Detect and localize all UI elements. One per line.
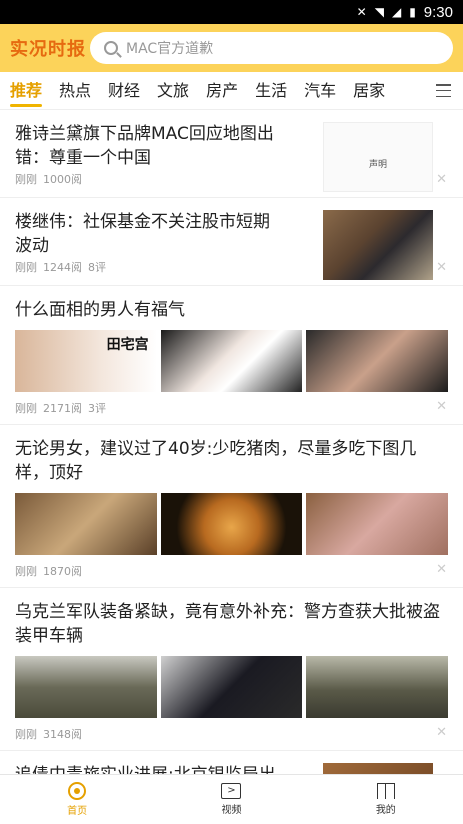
news-time: 刚刚	[15, 565, 37, 578]
news-item[interactable]: 无论男女，建议过了40岁:少吃猪肉，尽量多吃下图几样，顶好 刚刚 1870阅 ✕	[0, 425, 463, 588]
news-meta: 刚刚 1000阅	[15, 171, 82, 187]
news-views: 3148阅	[43, 728, 82, 741]
news-image	[160, 330, 303, 392]
profile-icon	[376, 783, 395, 799]
mute-icon: ✕	[356, 5, 367, 19]
dismiss-icon[interactable]: ✕	[436, 562, 447, 577]
news-thumbnail	[323, 210, 433, 280]
menu-icon[interactable]	[436, 84, 451, 97]
nav-home[interactable]: 首页	[0, 775, 154, 824]
news-item[interactable]: 雅诗兰黛旗下品牌MAC回应地图出错：尊重一个中国 声明 刚刚 1000阅 ✕	[0, 110, 463, 198]
wifi-icon: ◥	[374, 5, 384, 19]
news-views: 2171阅	[43, 402, 82, 415]
category-tabs: 推荐 热点 财经 文旅 房产 生活 汽车 居家	[0, 72, 463, 110]
app-logo: 实况时报	[10, 39, 86, 60]
news-title: 追债中青旅实业进展:北京银监局出面	[15, 763, 285, 774]
news-image	[306, 493, 449, 555]
news-time: 刚刚	[15, 728, 37, 741]
nav-home-label: 首页	[67, 806, 88, 817]
news-meta: 刚刚 1244阅 8评	[15, 259, 106, 275]
bottom-navigation: 首页 > 视频 我的	[0, 774, 463, 824]
news-image	[15, 656, 157, 718]
news-comments: 3评	[88, 402, 106, 415]
news-meta: 刚刚 3148阅	[15, 718, 448, 750]
tab-travel[interactable]: 文旅	[157, 72, 189, 110]
nav-mine-label: 我的	[375, 805, 396, 816]
news-views: 1244阅	[43, 261, 82, 274]
news-comments: 8评	[88, 261, 106, 274]
news-time: 刚刚	[15, 173, 37, 186]
news-title: 乌克兰军队装备紧缺，竟有意外补充：警方查获大批被盗装甲车辆	[15, 602, 440, 646]
news-item[interactable]: 什么面相的男人有福气 田宅宫 刚刚 2171阅 3评 ✕	[0, 286, 463, 425]
news-title: 楼继伟：社保基金不关注股市短期波动	[15, 212, 270, 256]
search-placeholder: MAC官方道歉	[126, 41, 214, 57]
tab-life[interactable]: 生活	[255, 72, 287, 110]
battery-icon: ▮	[409, 5, 416, 19]
news-title: 雅诗兰黛旗下品牌MAC回应地图出错：尊重一个中国	[15, 124, 274, 168]
nav-video[interactable]: > 视频	[154, 775, 308, 824]
news-thumbnail: 声明	[323, 122, 433, 192]
dismiss-icon[interactable]: ✕	[436, 260, 447, 275]
search-icon	[104, 41, 118, 55]
news-image	[306, 656, 449, 718]
news-item[interactable]: 乌克兰军队装备紧缺，竟有意外补充：警方查获大批被盗装甲车辆 刚刚 3148阅 ✕	[0, 588, 463, 751]
news-title: 什么面相的男人有福气	[15, 300, 185, 320]
news-image-row	[15, 493, 449, 555]
thumb-text: 声明	[368, 160, 387, 170]
tab-finance[interactable]: 财经	[108, 72, 140, 110]
news-meta: 刚刚 2171阅 3评	[15, 392, 448, 424]
news-image	[160, 493, 303, 555]
dismiss-icon[interactable]: ✕	[436, 725, 447, 740]
news-time: 刚刚	[15, 261, 37, 274]
search-input[interactable]: MAC官方道歉	[90, 32, 453, 64]
news-feed: 雅诗兰黛旗下品牌MAC回应地图出错：尊重一个中国 声明 刚刚 1000阅 ✕ 楼…	[0, 110, 463, 774]
news-image	[160, 656, 303, 718]
tab-recommend[interactable]: 推荐	[10, 72, 43, 110]
news-views: 1870阅	[43, 565, 82, 578]
dismiss-icon[interactable]: ✕	[436, 399, 447, 414]
clock: 9:30	[423, 3, 453, 21]
news-image	[15, 493, 157, 555]
home-icon	[68, 782, 87, 800]
signal-icon: ◢	[391, 5, 402, 19]
app-header: 实况时报 MAC官方道歉	[0, 24, 463, 72]
news-item[interactable]: 楼继伟：社保基金不关注股市短期波动 刚刚 1244阅 8评 ✕	[0, 198, 463, 286]
image-caption: 田宅宫	[106, 337, 149, 353]
status-bar: ✕ ◥ ◢ ▮ 9:30	[0, 0, 463, 24]
news-views: 1000阅	[43, 173, 82, 186]
nav-video-label: 视频	[221, 805, 242, 816]
tab-auto[interactable]: 汽车	[304, 72, 336, 110]
tab-realestate[interactable]: 房产	[206, 72, 238, 110]
tab-home[interactable]: 居家	[353, 72, 385, 110]
news-meta: 刚刚 1870阅	[15, 555, 448, 587]
news-image: 田宅宫	[15, 330, 157, 392]
news-thumbnail	[323, 763, 433, 774]
nav-mine[interactable]: 我的	[309, 775, 463, 824]
news-image-row: 田宅宫	[15, 330, 449, 392]
news-image-row	[15, 656, 449, 718]
video-icon: >	[221, 783, 242, 799]
dismiss-icon[interactable]: ✕	[436, 172, 447, 187]
news-image	[306, 330, 449, 392]
tab-hot[interactable]: 热点	[59, 72, 91, 110]
news-item[interactable]: 追债中青旅实业进展:北京银监局出面	[0, 751, 463, 774]
news-title: 无论男女，建议过了40岁:少吃猪肉，尽量多吃下图几样，顶好	[15, 439, 417, 483]
news-time: 刚刚	[15, 402, 37, 415]
